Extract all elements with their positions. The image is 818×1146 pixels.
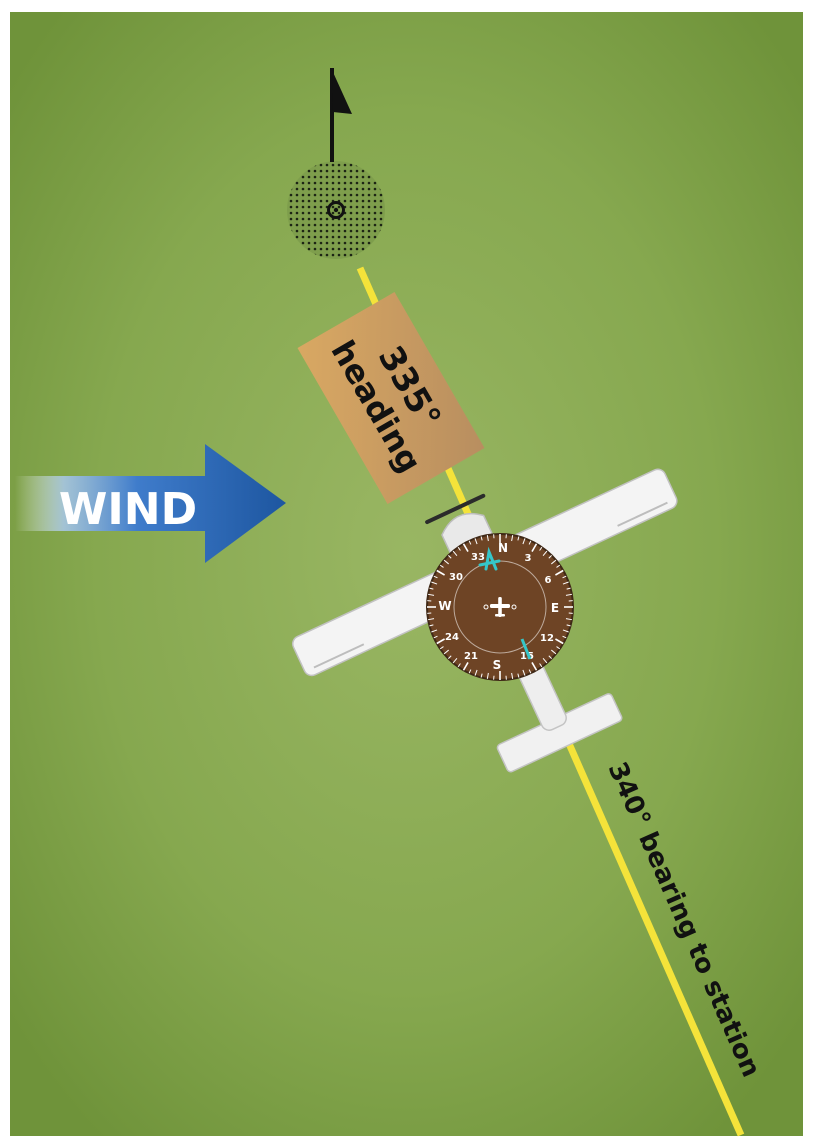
compass-label-6: 6	[545, 575, 552, 586]
compass-label-24: 24	[445, 632, 459, 643]
compass-label-s: S	[493, 658, 502, 672]
background	[10, 12, 803, 1136]
compass-label-12: 12	[540, 633, 554, 644]
compass-label-33: 33	[471, 552, 485, 563]
compass-label-n: N	[498, 541, 508, 555]
compass-label-e: E	[551, 601, 559, 615]
compass-label-21: 21	[464, 651, 478, 662]
wind-label: WIND	[59, 484, 197, 535]
compass-label-3: 3	[525, 553, 532, 564]
compass-label-w: W	[438, 599, 451, 613]
diagram-canvas: 335° heading WIND N 3 6 E 12 15 S 21 24	[10, 12, 803, 1137]
compass-label-30: 30	[449, 572, 463, 583]
adf-compass: N 3 6 E 12 15 S 21 24 W 30 33	[426, 533, 574, 681]
